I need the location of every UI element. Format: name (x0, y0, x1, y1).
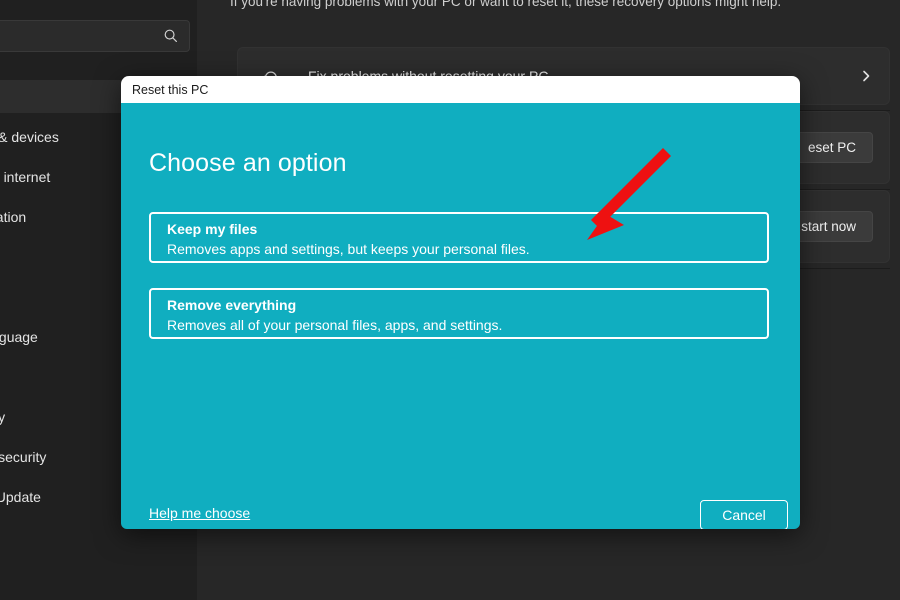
search-input[interactable]: ng (0, 20, 190, 52)
dialog-title: Reset this PC (132, 82, 209, 97)
cancel-button[interactable]: Cancel (700, 500, 788, 529)
sidebar-item-label: cy & security (0, 448, 47, 465)
option-description: Removes apps and settings, but keeps you… (167, 241, 530, 257)
option-title: Remove everything (167, 297, 297, 313)
reset-pc-button[interactable]: eset PC (790, 132, 873, 163)
sidebar-item-label: & language (0, 328, 38, 345)
recovery-intro-text: If you're having problems with your PC o… (230, 0, 782, 9)
option-title: Keep my files (167, 221, 258, 237)
dialog-body: Choose an option Keep my files Removes a… (121, 103, 800, 529)
dialog-titlebar: Reset this PC (121, 76, 800, 103)
sidebar-item-label: ows Update (0, 488, 41, 505)
option-remove-everything[interactable]: Remove everything Removes all of your pe… (149, 288, 769, 339)
dialog-heading: Choose an option (149, 149, 347, 177)
search-input-value: ng (0, 28, 163, 44)
sidebar-item-label: ooth & devices (0, 128, 59, 145)
sidebar-item-label: sibility (0, 408, 6, 425)
help-me-choose-link[interactable]: Help me choose (149, 505, 250, 521)
sidebar-item-label: ork & internet (0, 168, 51, 185)
screen: If you're having problems with your PC o… (0, 0, 900, 600)
reset-this-pc-dialog: Reset this PC Choose an option Keep my f… (121, 76, 800, 529)
option-description: Removes all of your personal files, apps… (167, 317, 503, 333)
option-list: Keep my files Removes apps and settings,… (149, 212, 769, 364)
search-icon (163, 28, 179, 44)
sidebar-item-label: nalization (0, 208, 27, 225)
option-keep-my-files[interactable]: Keep my files Removes apps and settings,… (149, 212, 769, 263)
chevron-right-icon (859, 69, 873, 83)
